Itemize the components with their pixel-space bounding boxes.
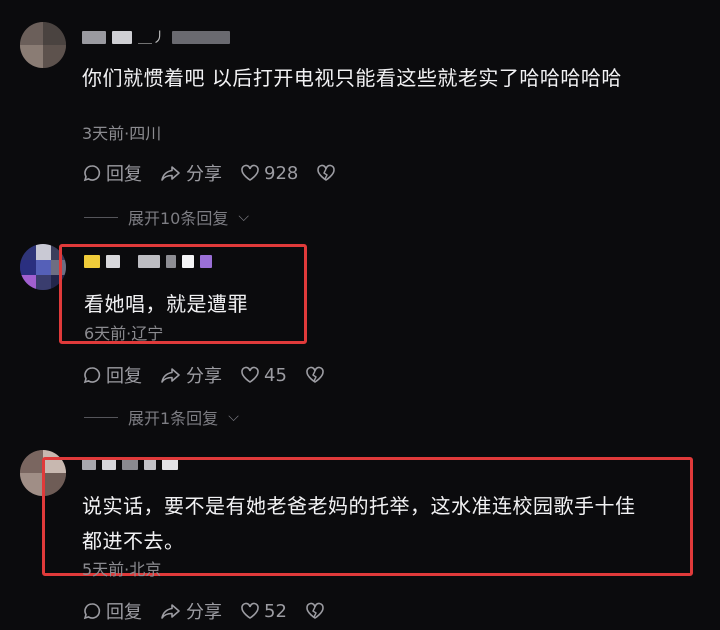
reply-bubble-icon [83,603,101,620]
avatar[interactable] [20,22,66,68]
share-label: 分享 [186,164,222,185]
share-button[interactable]: 分享 [160,598,222,624]
divider-line [84,416,118,418]
share-label: 分享 [186,602,222,623]
share-button[interactable]: 分享 [160,362,222,388]
share-button[interactable]: 分享 [160,160,222,186]
expand-replies-label: 展开1条回复 [128,409,219,428]
comment-text: 看她唱，就是遭罪 [84,292,248,316]
username-text: ＿丿 [138,30,166,46]
share-arrow-icon [161,166,180,181]
share-arrow-icon [161,368,180,383]
comment-meta: 3天前·四川 [82,124,162,143]
broken-heart-icon [306,602,324,619]
share-label: 分享 [186,366,222,387]
like-button[interactable]: 52 [240,601,287,622]
like-count: 52 [264,600,287,622]
dislike-button[interactable] [316,163,336,183]
broken-heart-icon [317,164,336,181]
broken-heart-icon [306,366,324,383]
comment-text: 你们就惯着吧 以后打开电视只能看这些就老实了哈哈哈哈哈 [82,66,622,90]
comment-meta: 5天前·北京 [82,560,162,579]
share-arrow-icon [161,604,180,619]
like-count: 45 [264,364,287,386]
heart-icon [241,602,259,619]
like-count: 928 [264,162,299,184]
dislike-button[interactable] [305,601,325,621]
comment-actions: 回复 分享 52 [82,598,343,624]
reply-bubble-icon [83,367,101,384]
dislike-button[interactable] [305,365,325,385]
username[interactable]: ＿丿 [82,28,230,46]
reply-bubble-icon [83,165,101,182]
chevron-down-icon: ⌵ [228,409,239,425]
expand-replies-label: 展开10条回复 [128,209,229,228]
reply-label: 回复 [106,602,142,623]
comment-actions: 回复 分享 45 [82,362,343,388]
comment-text-line-2: 都进不去。 [82,529,185,553]
reply-label: 回复 [106,366,142,387]
comment-meta: 6天前·辽宁 [84,324,164,343]
username[interactable] [84,252,212,270]
chevron-down-icon: ⌵ [238,209,249,225]
reply-button[interactable]: 回复 [82,362,142,388]
reply-button[interactable]: 回复 [82,598,142,624]
reply-label: 回复 [106,164,142,185]
comment-text-line-1: 说实话，要不是有她老爸老妈的托举，这水准连校园歌手十佳 [82,494,636,518]
expand-replies-button[interactable]: 展开10条回复 ⌵ [84,205,249,229]
divider-line [84,216,118,218]
like-button[interactable]: 45 [240,365,287,386]
comment-actions: 回复 分享 928 [82,160,354,186]
heart-icon [241,164,259,181]
reply-button[interactable]: 回复 [82,160,142,186]
heart-icon [241,366,259,383]
like-button[interactable]: 928 [240,163,298,184]
expand-replies-button[interactable]: 展开1条回复 ⌵ [84,405,239,429]
